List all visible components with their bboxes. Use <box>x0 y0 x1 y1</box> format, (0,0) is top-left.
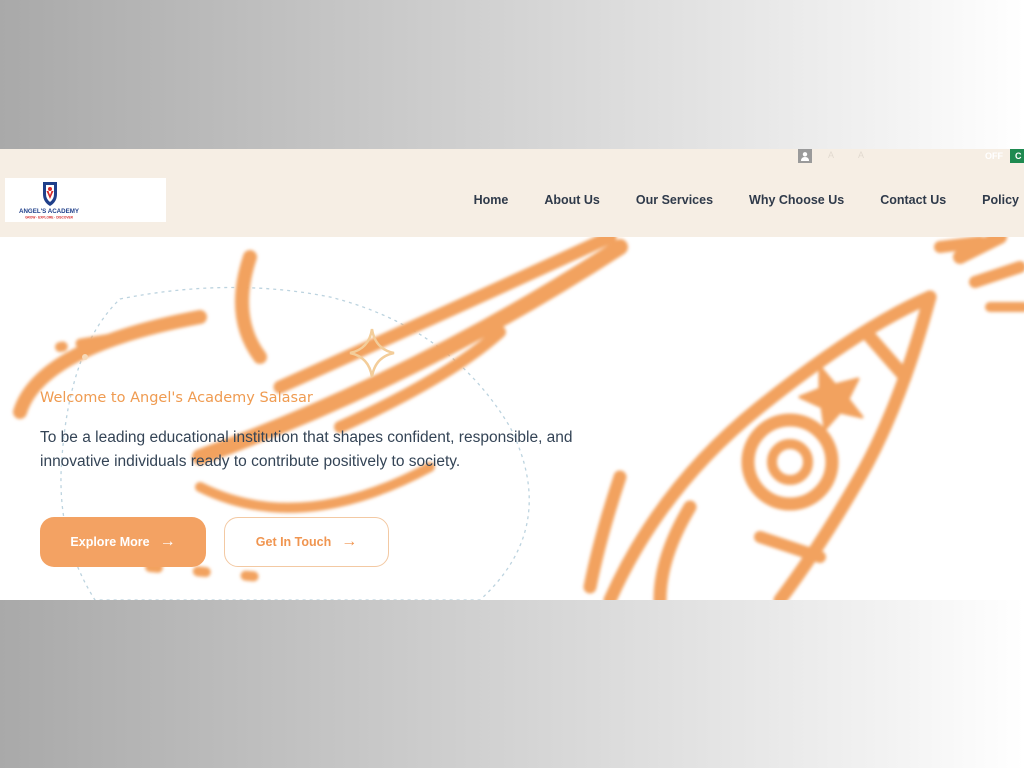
green-toggle-button[interactable]: C <box>1010 149 1024 163</box>
main-navbar: ANGEL'S ACADEMY GROW · EXPLORE · DISCOVE… <box>0 163 1024 237</box>
top-utility-bar: A A OFF C <box>0 149 1024 163</box>
nav-item-our-services[interactable]: Our Services <box>636 193 713 207</box>
toggle-off-label[interactable]: OFF <box>982 149 1006 163</box>
arrow-right-icon: → <box>341 533 358 550</box>
decor-dot <box>82 354 88 360</box>
get-in-touch-label: Get In Touch <box>255 535 332 549</box>
rocket-illustration <box>583 237 1024 600</box>
nav-item-home[interactable]: Home <box>474 193 509 207</box>
hero-section: Welcome to Angel's Academy Salasar To be… <box>0 237 1024 600</box>
nav-item-contact-us[interactable]: Contact Us <box>880 193 946 207</box>
arrow-right-icon: → <box>159 533 176 550</box>
get-in-touch-button[interactable]: Get In Touch → <box>224 517 389 567</box>
explore-more-label: Explore More <box>70 535 150 549</box>
logo[interactable]: ANGEL'S ACADEMY GROW · EXPLORE · DISCOVE… <box>5 178 166 222</box>
nav-item-why-choose-us[interactable]: Why Choose Us <box>749 193 844 207</box>
hero-tagline: To be a leading educational institution … <box>40 429 573 470</box>
text-size-icon[interactable]: A <box>858 150 864 160</box>
website-viewport: A A OFF C ANGEL'S ACADEMY GROW · EXPLORE… <box>0 149 1024 600</box>
logo-name: ANGEL'S ACADEMY <box>19 208 80 215</box>
logo-motto: GROW · EXPLORE · DISCOVER <box>25 216 74 220</box>
accessibility-icon[interactable]: A <box>828 150 834 160</box>
nav-item-policy[interactable]: Policy <box>982 193 1019 207</box>
user-icon[interactable] <box>798 149 812 163</box>
nav-item-about-us[interactable]: About Us <box>544 193 600 207</box>
primary-navigation: Home About Us Our Services Why Choose Us… <box>456 163 1024 237</box>
explore-more-button[interactable]: Explore More → <box>40 517 206 567</box>
welcome-heading: Welcome to Angel's Academy Salasar <box>40 390 313 406</box>
